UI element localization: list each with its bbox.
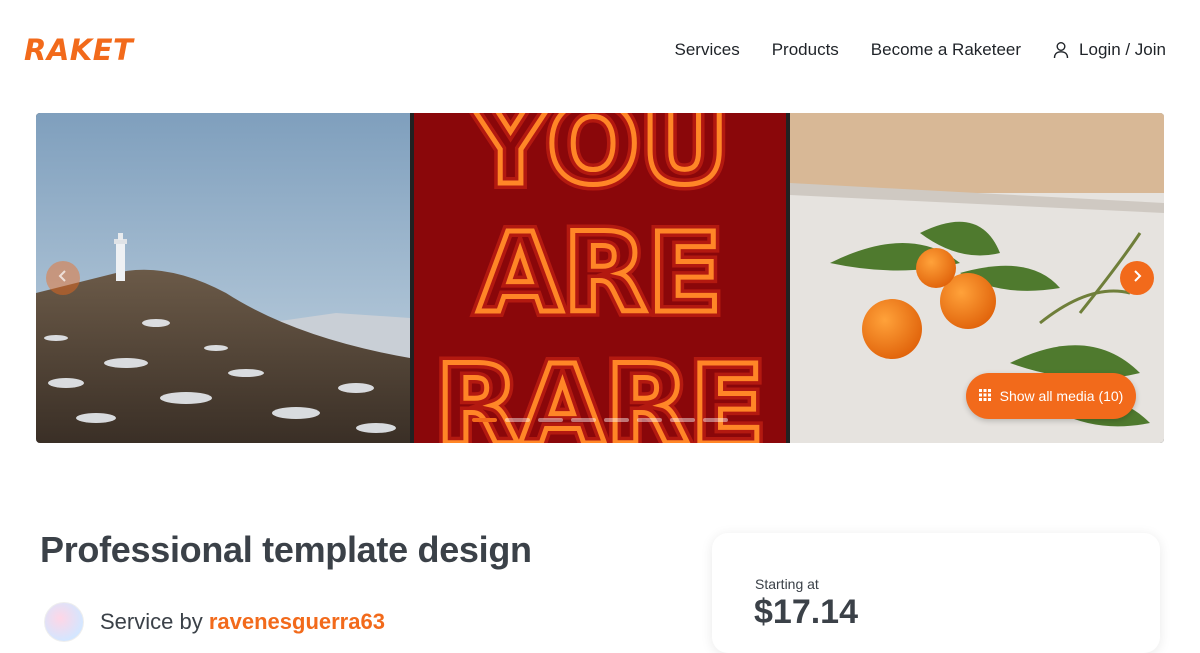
- chevron-left-icon: [57, 269, 69, 288]
- svg-text:YOU: YOU: [469, 113, 730, 209]
- raket-logo[interactable]: RAKET: [24, 33, 133, 67]
- login-join-label: Login / Join: [1079, 40, 1166, 59]
- chevron-right-icon: [1131, 269, 1143, 288]
- carousel-dot[interactable]: [670, 418, 695, 422]
- media-gallery: YOU ARE RARE YOU ARE RARE Show all media…: [36, 113, 1164, 443]
- show-all-media-button[interactable]: Show all media (10): [966, 373, 1136, 419]
- service-title: Professional template design: [40, 529, 532, 570]
- seller-text: Service by ravenesguerra63: [100, 602, 385, 642]
- carousel-dot[interactable]: [703, 418, 728, 422]
- carousel-dot[interactable]: [505, 418, 530, 422]
- seller-name-link[interactable]: ravenesguerra63: [209, 609, 385, 634]
- carousel-indicators: [472, 418, 728, 422]
- svg-text:RARE: RARE: [435, 341, 765, 443]
- carousel-prev-button[interactable]: [46, 261, 80, 295]
- carousel-dot[interactable]: [472, 418, 497, 422]
- nav-become-raketeer[interactable]: Become a Raketeer: [871, 38, 1021, 62]
- seller-info: Service by ravenesguerra63: [44, 602, 385, 642]
- carousel-dot[interactable]: [637, 418, 662, 422]
- user-icon: [1053, 41, 1069, 59]
- nav-services[interactable]: Services: [675, 38, 740, 62]
- nav-products[interactable]: Products: [772, 38, 839, 62]
- price-card: Starting at $17.14: [712, 533, 1160, 653]
- svg-text:ARE: ARE: [478, 209, 723, 337]
- price-value: $17.14: [754, 593, 858, 631]
- grid-icon: [978, 388, 991, 404]
- carousel-next-button[interactable]: [1120, 261, 1154, 295]
- main-nav: Services Products Become a Raketeer Logi…: [675, 38, 1166, 62]
- price-label: Starting at: [755, 576, 819, 592]
- show-all-media-label: Show all media (10): [999, 388, 1124, 404]
- carousel-dot[interactable]: [571, 418, 596, 422]
- carousel-dot[interactable]: [604, 418, 629, 422]
- gallery-image-neon-sign[interactable]: YOU ARE RARE YOU ARE RARE: [414, 113, 786, 443]
- gallery-image-lighthouse[interactable]: [36, 113, 410, 443]
- carousel-dot[interactable]: [538, 418, 563, 422]
- seller-avatar[interactable]: [44, 602, 84, 642]
- login-join-link[interactable]: Login / Join: [1053, 38, 1166, 62]
- seller-prefix: Service by: [100, 609, 209, 634]
- site-header: RAKET Services Products Become a Raketee…: [0, 0, 1200, 100]
